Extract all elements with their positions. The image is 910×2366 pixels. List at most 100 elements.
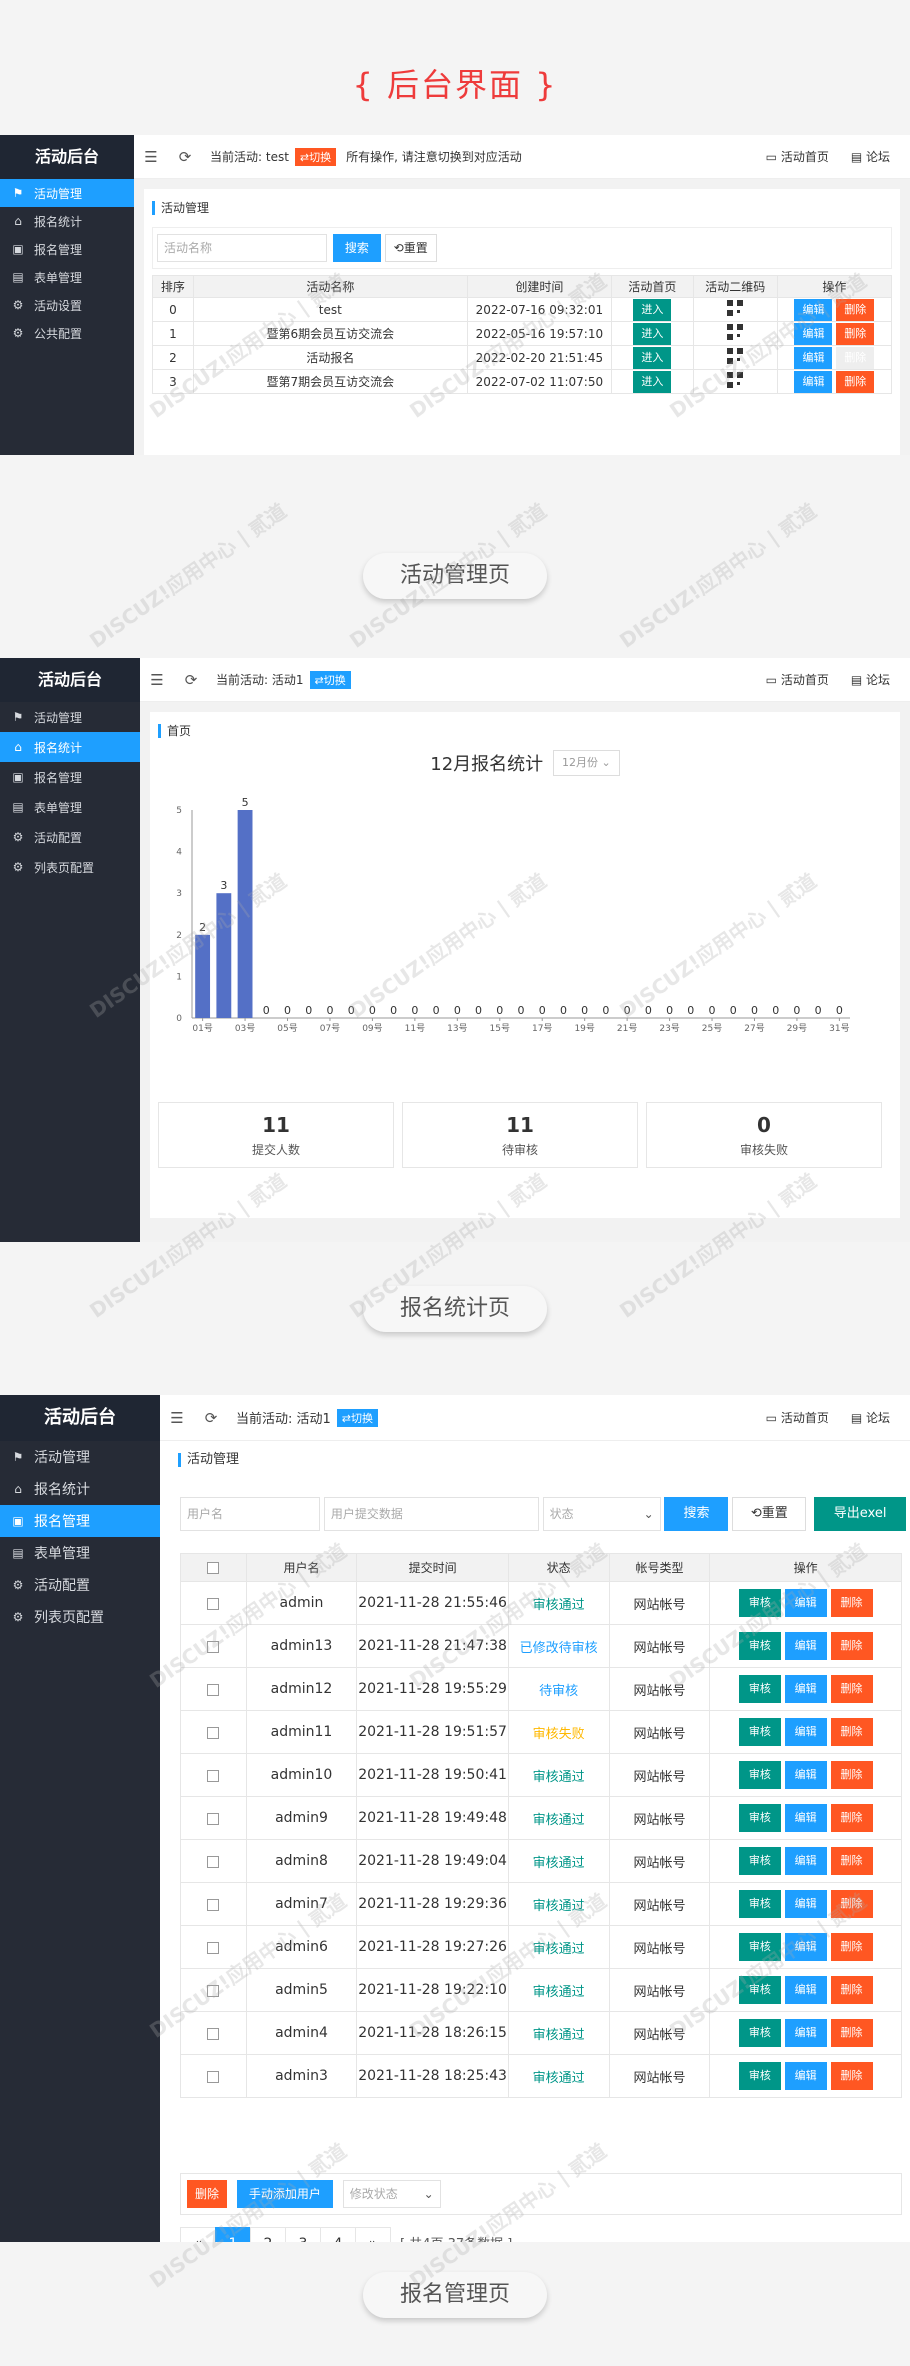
refresh-icon[interactable]: ⟳ [168,148,202,166]
edit-button[interactable]: 编辑 [794,370,833,393]
row-checkbox[interactable] [207,2027,220,2040]
row-checkbox[interactable] [207,1984,220,1997]
qrcode-icon[interactable] [727,348,744,364]
audit-button[interactable]: 审核 [738,1632,781,1660]
export-excel-button[interactable]: 导出exel [814,1497,907,1531]
switch-activity-button[interactable]: ⇄切换 [336,1408,379,1427]
edit-button[interactable]: 编辑 [784,1761,827,1789]
bar[interactable] [237,810,253,1018]
page-button[interactable]: 4 [320,2227,356,2242]
row-checkbox[interactable] [207,2070,220,2083]
reset-button[interactable]: ⟲重置 [384,234,437,262]
search-button[interactable]: 搜索 [664,1497,729,1531]
delete-button[interactable]: 删除 [830,1847,873,1875]
sidebar-item[interactable]: ▣ 报名管理 [0,762,140,792]
edit-button[interactable]: 编辑 [794,346,833,369]
sidebar-item[interactable]: ⚑ 活动管理 [0,179,134,207]
delete-button[interactable]: 删除 [830,1890,873,1918]
audit-button[interactable]: 审核 [738,1976,781,2004]
page-button[interactable]: 1 [215,2227,251,2242]
edit-button[interactable]: 编辑 [784,1632,827,1660]
delete-button[interactable]: 删除 [830,1632,873,1660]
delete-button[interactable]: 删除 [830,1761,873,1789]
sidebar-item[interactable]: ⌂ 报名统计 [0,207,134,235]
sidebar-item[interactable]: ⚙ 活动配置 [0,1569,160,1601]
edit-button[interactable]: 编辑 [794,298,833,321]
audit-button[interactable]: 审核 [738,1589,781,1617]
audit-button[interactable]: 审核 [738,1933,781,1961]
edit-button[interactable]: 编辑 [794,322,833,345]
page-button[interactable]: 3 [285,2227,321,2242]
edit-button[interactable]: 编辑 [784,1675,827,1703]
qrcode-icon[interactable] [727,372,744,388]
bar[interactable] [195,934,211,1018]
sidebar-item[interactable]: ⚙ 活动配置 [0,822,140,852]
search-button[interactable]: 搜索 [332,234,381,262]
modify-status-select[interactable]: 修改状态 ⌄ [342,2180,441,2208]
refresh-icon[interactable]: ⟳ [174,671,208,689]
qrcode-icon[interactable] [727,300,744,316]
audit-button[interactable]: 审核 [738,1675,781,1703]
sidebar-item[interactable]: ▤ 表单管理 [0,263,134,291]
row-checkbox[interactable] [207,1855,220,1868]
edit-button[interactable]: 编辑 [784,1976,827,2004]
delete-button[interactable]: 删除 [830,1589,873,1617]
activity-home-link[interactable]: ▭ 活动首页 [766,671,829,688]
audit-button[interactable]: 审核 [738,1761,781,1789]
edit-button[interactable]: 编辑 [784,1890,827,1918]
switch-activity-button[interactable]: ⇄切换 [294,147,337,166]
row-checkbox[interactable] [207,1597,220,1610]
delete-button[interactable]: 删除 [836,322,875,345]
prev-page-button[interactable]: « [180,2227,216,2242]
sidebar-item[interactable]: ▣ 报名管理 [0,1505,160,1537]
menu-toggle-icon[interactable]: ☰ [134,148,168,166]
bulk-delete-button[interactable]: 删除 [187,2180,228,2208]
delete-button[interactable]: 删除 [830,2062,873,2090]
edit-button[interactable]: 编辑 [784,1933,827,1961]
reset-button[interactable]: ⟲重置 [732,1497,807,1531]
forum-link[interactable]: ▤ 论坛 [851,671,890,688]
bar[interactable] [216,893,232,1018]
submitted-data-input[interactable]: 用户提交数据 [323,1497,539,1531]
sidebar-item[interactable]: ⚙ 列表页配置 [0,1601,160,1633]
delete-button[interactable]: 删除 [830,1675,873,1703]
username-input[interactable]: 用户名 [180,1497,320,1531]
sidebar-item[interactable]: ⌂ 报名统计 [0,1473,160,1505]
row-checkbox[interactable] [207,1769,220,1782]
sidebar-item[interactable]: ⚙ 活动设置 [0,291,134,319]
audit-button[interactable]: 审核 [738,1718,781,1746]
edit-button[interactable]: 编辑 [784,1589,827,1617]
audit-button[interactable]: 审核 [738,2019,781,2047]
edit-button[interactable]: 编辑 [784,1804,827,1832]
activity-home-link[interactable]: ▭ 活动首页 [766,1409,829,1426]
row-checkbox[interactable] [207,1941,220,1954]
row-checkbox[interactable] [207,1898,220,1911]
switch-activity-button[interactable]: ⇄切换 [309,670,351,689]
select-all-checkbox[interactable] [207,1562,220,1574]
delete-button[interactable]: 删除 [830,1976,873,2004]
delete-button[interactable]: 删除 [836,298,875,321]
enter-button[interactable]: 进入 [633,298,672,321]
row-checkbox[interactable] [207,1683,220,1696]
audit-button[interactable]: 审核 [738,2062,781,2090]
edit-button[interactable]: 编辑 [784,2019,827,2047]
sidebar-item[interactable]: ▤ 表单管理 [0,792,140,822]
sidebar-item[interactable]: ⚙ 公共配置 [0,319,134,347]
sidebar-item[interactable]: ▤ 表单管理 [0,1537,160,1569]
edit-button[interactable]: 编辑 [784,1847,827,1875]
activity-home-link[interactable]: ▭ 活动首页 [766,148,829,165]
menu-toggle-icon[interactable]: ☰ [140,671,174,689]
activity-name-input[interactable]: 活动名称 [157,234,327,262]
delete-button[interactable]: 删除 [836,370,875,393]
row-checkbox[interactable] [207,1812,220,1825]
row-checkbox[interactable] [207,1726,220,1739]
status-select[interactable]: 状态 ⌄ [542,1497,661,1531]
sidebar-item[interactable]: ▣ 报名管理 [0,235,134,263]
row-checkbox[interactable] [207,1640,220,1653]
enter-button[interactable]: 进入 [633,322,672,345]
edit-button[interactable]: 编辑 [784,2062,827,2090]
month-select[interactable]: 12月份 ⌄ [553,750,620,776]
qrcode-icon[interactable] [727,324,744,340]
delete-button[interactable]: 删除 [830,1804,873,1832]
menu-toggle-icon[interactable]: ☰ [160,1409,194,1427]
